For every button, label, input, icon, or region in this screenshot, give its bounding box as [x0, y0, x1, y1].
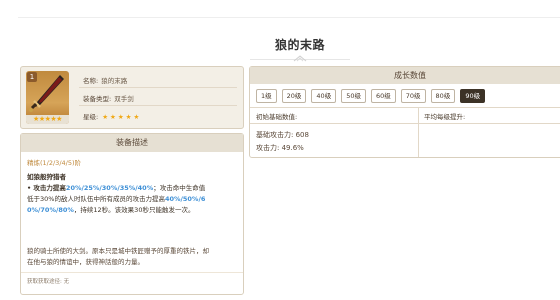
level-button-50[interactable]: 50级	[341, 89, 366, 103]
weapon-star-value: ★★★★★	[102, 113, 142, 121]
weapon-star-label: 星级:	[83, 113, 99, 121]
level-button-20[interactable]: 20级	[281, 89, 307, 103]
table-header-line	[250, 123, 560, 124]
description-header: 装备描述	[21, 134, 243, 152]
skill-text: • 攻击力提高	[27, 184, 66, 192]
level-button-80[interactable]: 80级	[430, 89, 456, 103]
attack-percent-value: 攻击力: 49.6%	[256, 144, 304, 152]
skill-line-2: 低于30%的敌人时队伍中所有成员的攻击力提高40%/50%/6	[27, 194, 239, 205]
growth-header: 成长数值	[250, 67, 560, 84]
story-line-1: 狼的骑士所使的大剑。原本只是城中铁匠赠予的厚重的铁片，却	[27, 247, 209, 255]
page-title: 狼的末路	[274, 38, 325, 52]
level-button-60[interactable]: 60级	[370, 89, 396, 103]
level-selector: 1级 20级 40级 50级 60级 70级 80级 90级	[256, 89, 486, 103]
weapon-star-row: 星级: ★★★★★	[83, 111, 141, 121]
growth-stats-panel: 成长数值 1级 20级 40级 50级 60级 70级 80级 90级 初始基础…	[249, 66, 560, 158]
equipment-description-panel: 装备描述 精炼(1/2/3/4/5)阶 如狼般狩猎者 • 攻击力提高20%/25…	[20, 133, 244, 295]
title-ornament-icon	[293, 55, 307, 62]
skill-value: 40%/50%/6	[164, 195, 206, 203]
weapon-type-row: 装备类型: 双手剑	[83, 93, 134, 103]
weapon-type-value: 双手剑	[114, 95, 134, 103]
table-top-line	[250, 107, 560, 108]
weapon-name-value: 狼的末路	[101, 77, 128, 85]
weapon-type-label: 装备类型:	[83, 95, 112, 103]
skill-description: 如狼般狩猎者 • 攻击力提高20%/25%/30%/35%/40%；攻击命中生命…	[27, 172, 239, 216]
card-stars: ★★★★★	[26, 115, 69, 124]
skill-text: ；攻击命中生命值	[153, 184, 206, 192]
top-divider	[18, 17, 560, 18]
level-button-40[interactable]: 40级	[311, 89, 337, 103]
level-button-70[interactable]: 70级	[400, 89, 426, 103]
skill-text: 低于30%的敌人时队伍中所有成员的攻击力提高	[27, 195, 165, 203]
weapon-image: 1 ★★★★★	[26, 71, 69, 124]
story-line-2: 在他与狼的情谊中，获得神話般的力量。	[27, 258, 144, 266]
info-divider	[79, 87, 237, 88]
weapon-story: 狼的骑士所使的大剑。原本只是城中铁匠赠予的厚重的铁片，却 在他与狼的情谊中，获得…	[27, 246, 239, 268]
skill-name: 如狼般狩猎者	[27, 173, 66, 181]
level-button-1[interactable]: 1级	[256, 89, 277, 103]
skill-line-1: • 攻击力提高20%/25%/30%/35%/40%；攻击命中生命值	[27, 183, 239, 194]
info-divider	[79, 105, 237, 106]
weapon-info-panel: 1 ★★★★★ 名称: 狼的末路 装备类型: 双手剑 星级: ★★★★★	[20, 66, 244, 129]
column-divider	[418, 107, 419, 157]
weapon-name-label: 名称:	[83, 77, 99, 85]
column-header-base: 初始基础数值:	[256, 113, 298, 121]
skill-text: ，持续12秒。该效果30秒只能触发一次。	[73, 206, 195, 214]
skill-value: 20%/25%/30%/35%/40%	[65, 184, 154, 192]
base-attack-value: 基础攻击力: 608	[256, 131, 309, 139]
refinement-label: 精炼(1/2/3/4/5)阶	[27, 159, 82, 167]
greatsword-icon	[29, 75, 64, 112]
source-text: 获取获取途径: 无	[27, 279, 70, 285]
weapon-name-row: 名称: 狼的末路	[83, 75, 127, 85]
level-button-90[interactable]: 90级	[460, 89, 486, 103]
column-header-average: 平均每级提升:	[424, 113, 466, 121]
skill-line-3: 0%/70%/80%，持续12秒。该效果30秒只能触发一次。	[27, 205, 239, 216]
source-divider	[21, 272, 243, 273]
skill-value: 0%/70%/80%	[27, 206, 74, 214]
